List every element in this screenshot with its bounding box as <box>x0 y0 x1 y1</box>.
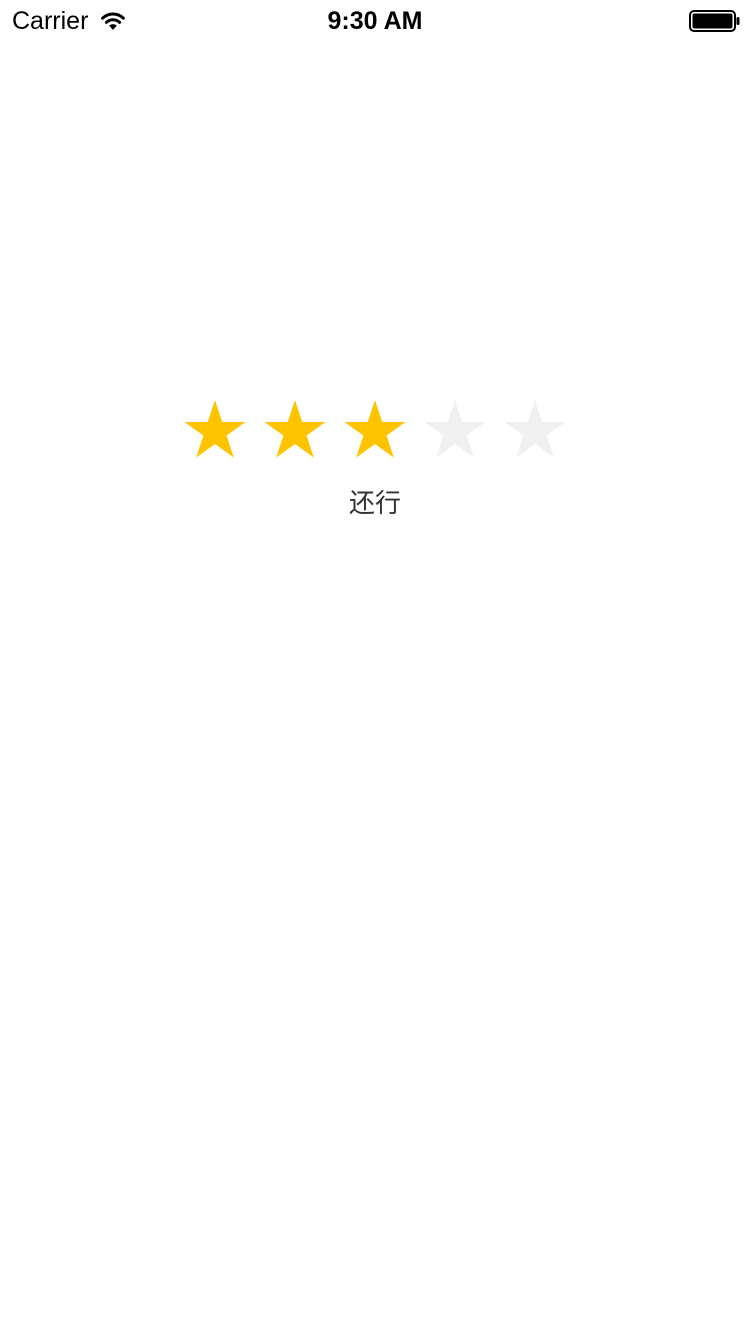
star-icon[interactable] <box>335 392 415 472</box>
star-icon[interactable] <box>495 392 575 472</box>
star-icon[interactable] <box>415 392 495 472</box>
star-icon[interactable] <box>175 392 255 472</box>
status-time: 9:30 AM <box>327 7 423 35</box>
battery-icon <box>689 10 741 32</box>
star-icon[interactable] <box>255 392 335 472</box>
star-rating[interactable] <box>175 392 575 472</box>
rating-label: 还行 <box>348 489 401 519</box>
status-bar: Carrier 9:30 AM <box>0 0 750 40</box>
